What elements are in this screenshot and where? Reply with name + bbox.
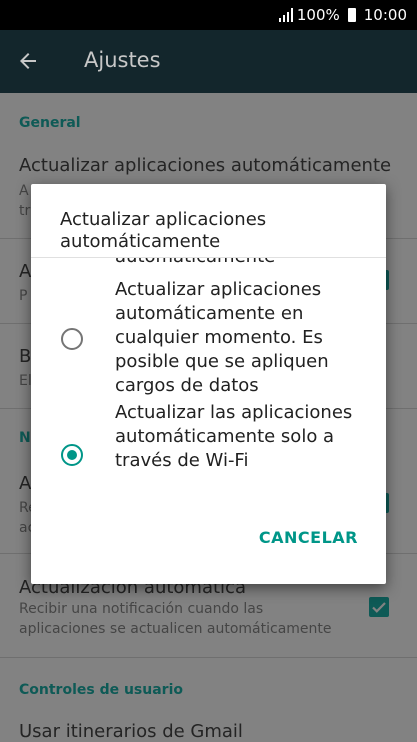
cancel-button[interactable]: CANCELAR <box>259 528 358 547</box>
auto-update-title: Actualizar aplicaciones automáticamente <box>19 155 392 176</box>
signal-icon <box>278 8 293 22</box>
section-header-notifications: N <box>19 430 31 446</box>
check-icon <box>372 602 386 613</box>
option-wifi-only[interactable]: Actualizar las aplicaciones automáticame… <box>31 401 386 501</box>
clock: 10:00 <box>363 6 407 24</box>
gmail-itinerary-title: Usar itinerarios de Gmail <box>19 721 243 742</box>
status-indicators: 100% 10:00 <box>278 6 407 24</box>
item-3-title: B <box>19 346 32 367</box>
option-update-anytime[interactable]: Actualizar aplicaciones automáticamente … <box>31 278 386 398</box>
battery-icon <box>347 8 356 22</box>
dialog-title: Actualizar aplicaciones automáticamente <box>60 209 267 252</box>
option-cut-off-text: automáticamente <box>115 258 275 267</box>
app-bar: Ajustes <box>0 30 417 93</box>
section-header-user-controls: Controles de usuario <box>19 682 184 698</box>
item-4-title: A <box>19 473 32 494</box>
page-title: Ajustes <box>84 48 161 72</box>
dialog-options: automáticamente Actualizar aplicaciones … <box>31 258 386 504</box>
divider <box>0 657 417 658</box>
auto-update-dialog: Actualizar aplicaciones automáticamente … <box>31 184 386 584</box>
item-2-title: A <box>19 261 32 282</box>
battery-percent: 100% <box>296 6 340 24</box>
status-bar: 100% 10:00 <box>0 0 417 30</box>
option-update-anytime-label: Actualizar aplicaciones automáticamente … <box>115 279 329 396</box>
back-arrow-icon[interactable] <box>16 49 40 73</box>
section-header-general: General <box>19 115 81 131</box>
radio-wifi-only[interactable] <box>61 444 83 466</box>
option-wifi-only-label: Actualizar las aplicaciones automáticame… <box>115 402 353 471</box>
auto-update-notice-sub: Recibir una notificación cuando las apli… <box>19 601 332 637</box>
auto-update-notice-checkbox[interactable] <box>369 597 389 617</box>
radio-update-anytime[interactable] <box>61 328 83 350</box>
